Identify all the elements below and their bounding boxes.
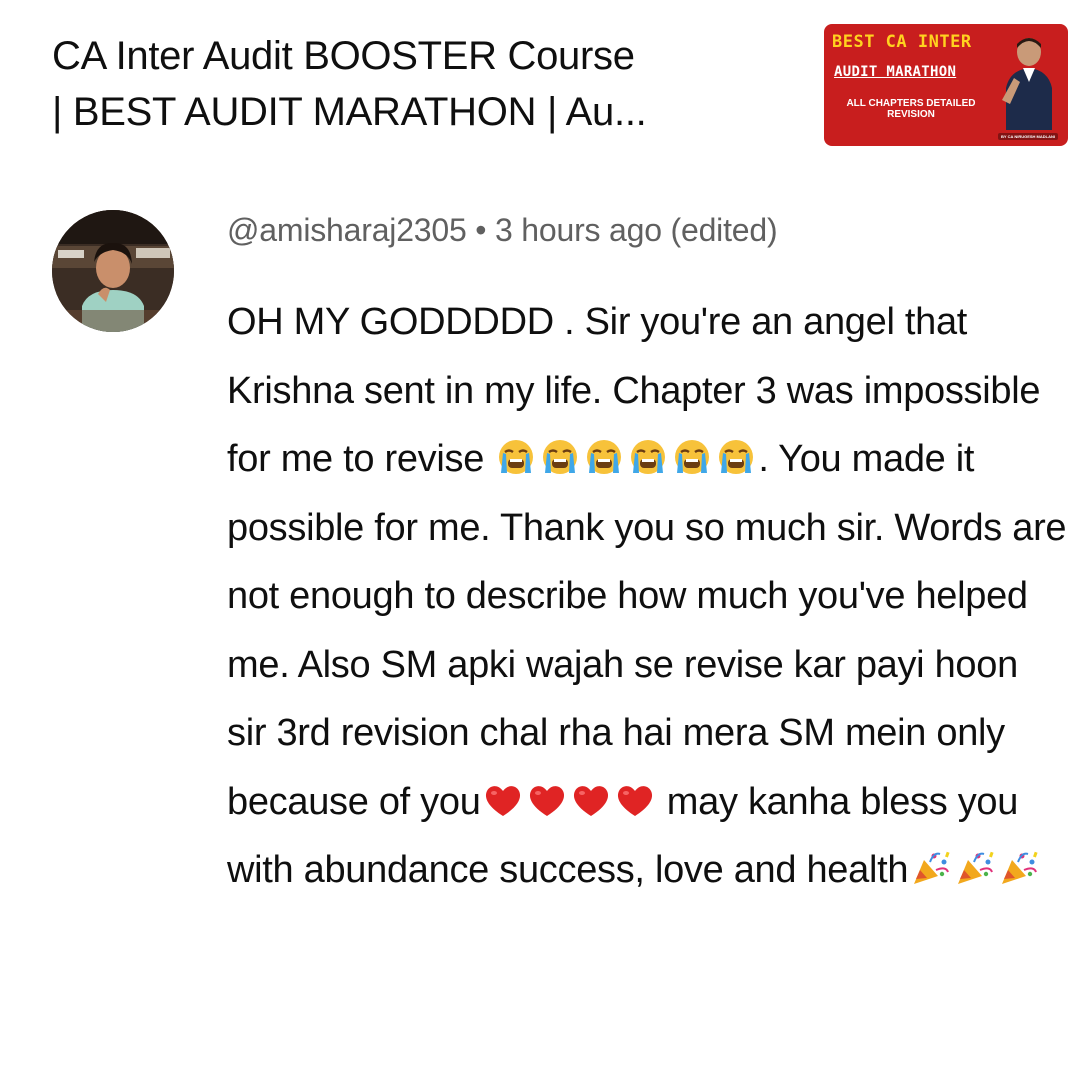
avatar[interactable] — [52, 210, 174, 332]
loudly-crying-face-icon — [670, 437, 714, 477]
thumbnail-heading: BEST CA INTER — [832, 32, 972, 52]
red-heart-icon — [613, 780, 657, 820]
video-thumbnail[interactable]: BEST CA INTER AUDIT MARATHON ALL CHAPTER… — [824, 24, 1068, 146]
comment-body: @amisharaj2305 • 3 hours ago (edited) OH… — [227, 210, 1067, 905]
thumbnail-caption: ALL CHAPTERS DETAILED REVISION — [846, 98, 976, 120]
party-popper-icon — [996, 848, 1040, 888]
comment-text-part-2: . You made it possible for me. Thank you… — [227, 438, 1077, 823]
meta-separator: • — [475, 212, 487, 248]
loudly-crying-face-icon — [494, 437, 538, 477]
loudly-crying-face-icon — [582, 437, 626, 477]
comment-text: OH MY GODDDDD . Sir you're an angel that… — [227, 288, 1067, 905]
comment-author[interactable]: @amisharaj2305 — [227, 212, 467, 248]
avatar-photo — [52, 210, 174, 332]
thumbnail-credit: BY CA NIRUGESH MADLANI — [997, 133, 1058, 140]
comment-screenshot: CA Inter Audit BOOSTER Course | BEST AUD… — [0, 0, 1080, 1080]
red-heart-icon — [481, 780, 525, 820]
thumbnail-presenter-image — [1002, 38, 1052, 130]
thumbnail-subheading: AUDIT MARATHON — [834, 64, 957, 80]
comment-timestamp: 3 hours ago (edited) — [495, 212, 778, 248]
red-heart-icon — [525, 780, 569, 820]
loudly-crying-face-icon — [714, 437, 758, 477]
party-popper-icon — [952, 848, 996, 888]
loudly-crying-face-icon — [626, 437, 670, 477]
comment-meta: @amisharaj2305 • 3 hours ago (edited) — [227, 210, 1067, 250]
party-popper-icon — [908, 848, 952, 888]
red-heart-icon — [569, 780, 613, 820]
video-header[interactable]: CA Inter Audit BOOSTER Course | BEST AUD… — [52, 24, 1072, 154]
video-title[interactable]: CA Inter Audit BOOSTER Course | BEST AUD… — [52, 28, 812, 140]
video-title-line-1: CA Inter Audit BOOSTER Course — [52, 34, 635, 78]
video-title-line-2: | BEST AUDIT MARATHON | Au... — [52, 90, 647, 134]
loudly-crying-face-icon — [538, 437, 582, 477]
